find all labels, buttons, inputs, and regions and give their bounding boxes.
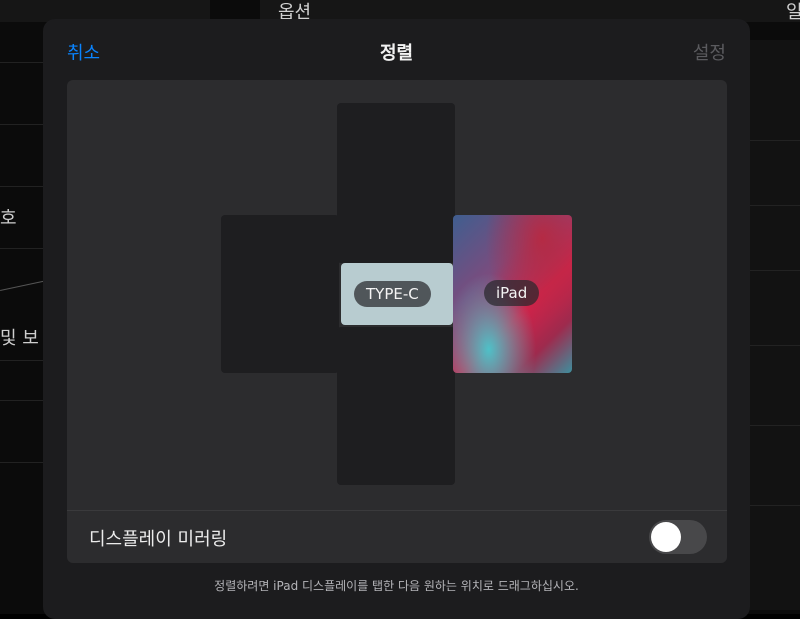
sheet-title: 정렬	[379, 43, 414, 64]
background-divider	[750, 270, 800, 271]
background-divider	[750, 425, 800, 426]
background-divider	[750, 205, 800, 206]
arrangement-sheet: 취소 정렬 설정 iPad TYPE-C 디스플레이 미러링 정렬하려면 iPa…	[43, 19, 750, 619]
background-left-text: 및 보	[0, 328, 39, 349]
mirroring-toggle[interactable]	[649, 520, 707, 554]
background-divider	[0, 62, 43, 63]
background-divider	[0, 248, 43, 249]
background-header-text-right: 일	[786, 2, 800, 23]
arrangement-hint: 정렬하려면 iPad 디스플레이를 탭한 다음 원하는 위치로 드래그하십시오.	[214, 579, 579, 593]
background-left-text: 호	[0, 208, 17, 229]
display-external-top[interactable]	[337, 103, 455, 263]
background-divider	[0, 186, 43, 187]
background-divider	[0, 400, 43, 401]
background-divider	[0, 124, 43, 125]
mirroring-label: 디스플레이 미러링	[89, 529, 228, 550]
display-label-ipad: iPad	[484, 280, 540, 306]
display-external-left[interactable]	[221, 215, 339, 373]
display-external-bottom[interactable]	[337, 327, 455, 485]
display-ipad[interactable]: iPad	[453, 215, 572, 373]
arrangement-canvas: iPad TYPE-C	[67, 80, 727, 510]
background-divider	[750, 345, 800, 346]
toggle-knob	[651, 522, 681, 552]
background-divider	[0, 462, 43, 463]
mirroring-row: 디스플레이 미러링	[67, 510, 727, 563]
set-button[interactable]: 설정	[693, 39, 726, 65]
background-divider	[750, 505, 800, 506]
background-divider	[750, 140, 800, 141]
display-type-c[interactable]: TYPE-C	[341, 263, 453, 325]
display-label-type-c: TYPE-C	[354, 281, 431, 307]
background-divider	[0, 360, 43, 361]
background-band	[750, 40, 800, 610]
